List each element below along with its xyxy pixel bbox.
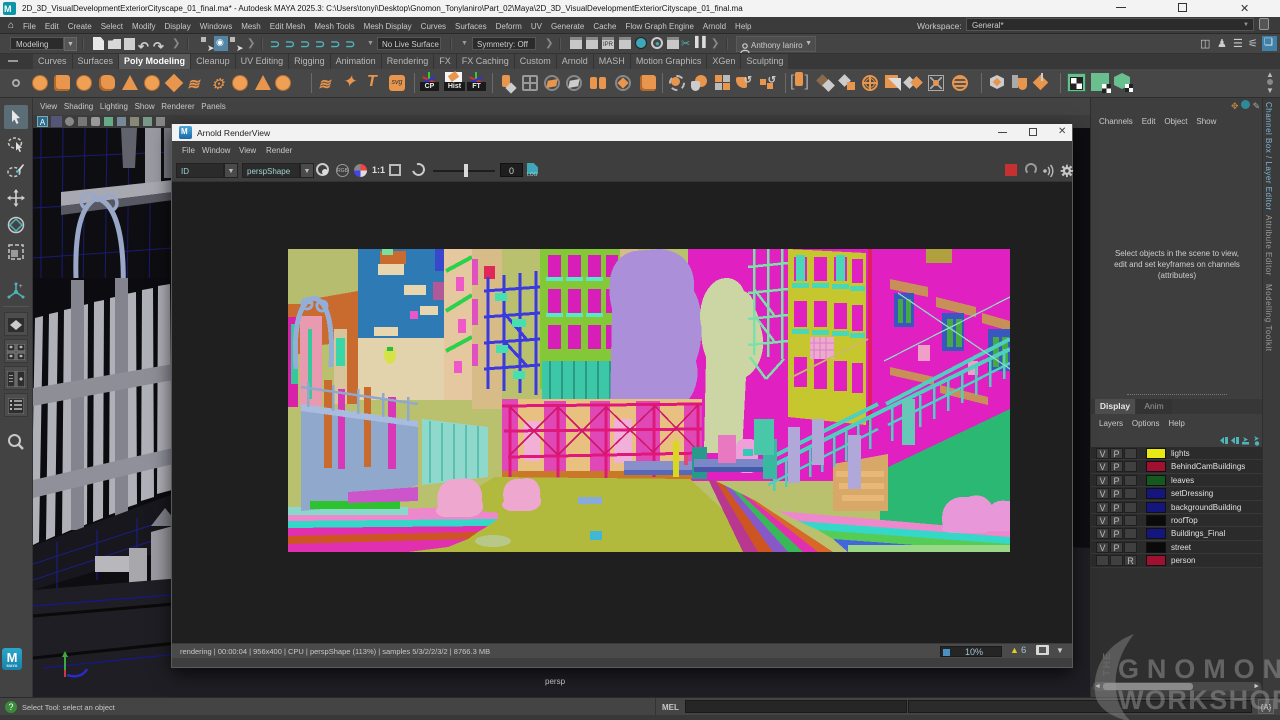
svg-text:+: + — [19, 284, 23, 290]
